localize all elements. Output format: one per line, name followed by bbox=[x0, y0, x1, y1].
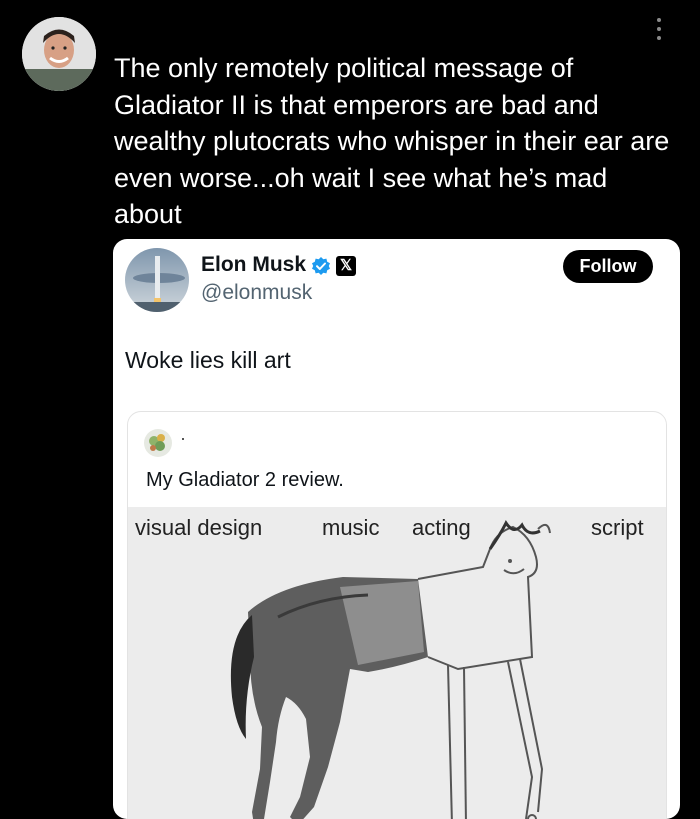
quoted-text: My Gladiator 2 review. bbox=[146, 469, 344, 491]
handle[interactable]: @elonmusk bbox=[201, 281, 312, 305]
label-visual-design: visual design bbox=[135, 515, 263, 540]
display-name[interactable]: Elon Musk bbox=[201, 253, 306, 277]
quoted-avatar[interactable] bbox=[144, 429, 172, 457]
label-music: music bbox=[322, 515, 380, 540]
author-avatar[interactable] bbox=[22, 17, 96, 91]
quoted-tweet[interactable]: My Gladiator 2 review. visual design mus… bbox=[127, 411, 667, 819]
horse-drawing-image bbox=[128, 507, 666, 819]
more-options-icon[interactable] bbox=[652, 18, 666, 48]
label-acting: acting bbox=[412, 515, 471, 540]
embedded-tweet-card[interactable]: Elon Musk 𝕏 @elonmusk Follow Woke lies k… bbox=[113, 239, 680, 819]
verified-badge-icon bbox=[311, 256, 331, 276]
follow-button[interactable]: Follow bbox=[563, 250, 653, 283]
horse-drawing-meme[interactable]: visual design music acting script bbox=[128, 507, 666, 819]
label-script: script bbox=[591, 515, 644, 540]
tweet-body: Woke lies kill art bbox=[125, 347, 291, 373]
quoted-name-separator bbox=[182, 438, 184, 440]
post-text: The only remotely political message of G… bbox=[114, 53, 670, 229]
elon-avatar[interactable] bbox=[125, 248, 189, 312]
x-logo-icon: 𝕏 bbox=[336, 256, 356, 276]
